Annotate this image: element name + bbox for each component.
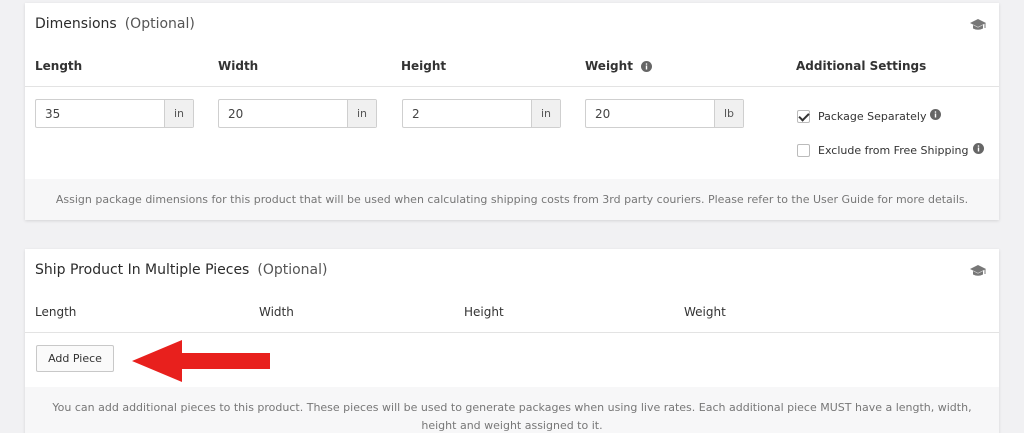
weight-unit: lb xyxy=(714,100,743,127)
exclude-free-shipping-checkbox[interactable] xyxy=(797,143,810,157)
column-width: Width xyxy=(218,59,259,73)
pieces-column-height: Height xyxy=(464,305,504,319)
dimensions-optional-label: (Optional) xyxy=(124,16,195,32)
pieces-column-weight: Weight xyxy=(684,305,726,319)
weight-input[interactable] xyxy=(586,100,714,127)
height-unit: in xyxy=(531,100,560,127)
column-height: Height xyxy=(401,59,447,73)
length-input-group: in xyxy=(35,99,194,128)
package-separately-checkbox[interactable] xyxy=(797,109,810,123)
dimensions-panel: Dimensions (Optional) Length Width Height… xyxy=(25,3,999,220)
width-input-group: in xyxy=(218,99,377,128)
column-additional-settings: Additional Settings xyxy=(796,59,927,73)
red-arrow-icon xyxy=(132,340,272,386)
column-weight: Weight xyxy=(585,59,653,75)
add-piece-button[interactable]: Add Piece xyxy=(36,345,114,372)
exclude-free-shipping-row: Exclude from Free Shipping xyxy=(797,143,984,157)
graduation-cap-icon[interactable] xyxy=(969,263,987,282)
length-input[interactable] xyxy=(36,100,164,127)
width-unit: in xyxy=(347,100,376,127)
width-input[interactable] xyxy=(219,100,347,127)
length-unit: in xyxy=(164,100,193,127)
height-input-group: in xyxy=(402,99,561,128)
pieces-title-text: Ship Product In Multiple Pieces xyxy=(35,262,250,278)
weight-input-group: lb xyxy=(585,99,744,128)
height-input[interactable] xyxy=(403,100,531,127)
column-length: Length xyxy=(35,59,83,73)
package-separately-row: Package Separately xyxy=(797,109,942,123)
package-separately-label: Package Separately xyxy=(818,109,927,123)
info-icon[interactable] xyxy=(972,143,984,157)
dimensions-title-text: Dimensions xyxy=(35,16,117,32)
graduation-cap-icon[interactable] xyxy=(969,17,987,36)
pieces-header-divider xyxy=(25,332,999,333)
info-icon[interactable] xyxy=(641,61,653,75)
dimensions-title: Dimensions (Optional) xyxy=(35,16,195,32)
pieces-column-length: Length xyxy=(35,305,77,319)
pieces-optional-label: (Optional) xyxy=(257,262,328,278)
pieces-column-width: Width xyxy=(259,305,294,319)
exclude-free-shipping-label: Exclude from Free Shipping xyxy=(818,143,969,157)
dimensions-help-text: Assign package dimensions for this produ… xyxy=(25,179,999,220)
info-icon[interactable] xyxy=(930,109,942,123)
column-weight-label: Weight xyxy=(585,59,633,73)
pieces-help-text: You can add additional pieces to this pr… xyxy=(25,387,999,433)
pieces-title: Ship Product In Multiple Pieces (Optional… xyxy=(35,262,327,278)
header-divider xyxy=(25,86,999,87)
